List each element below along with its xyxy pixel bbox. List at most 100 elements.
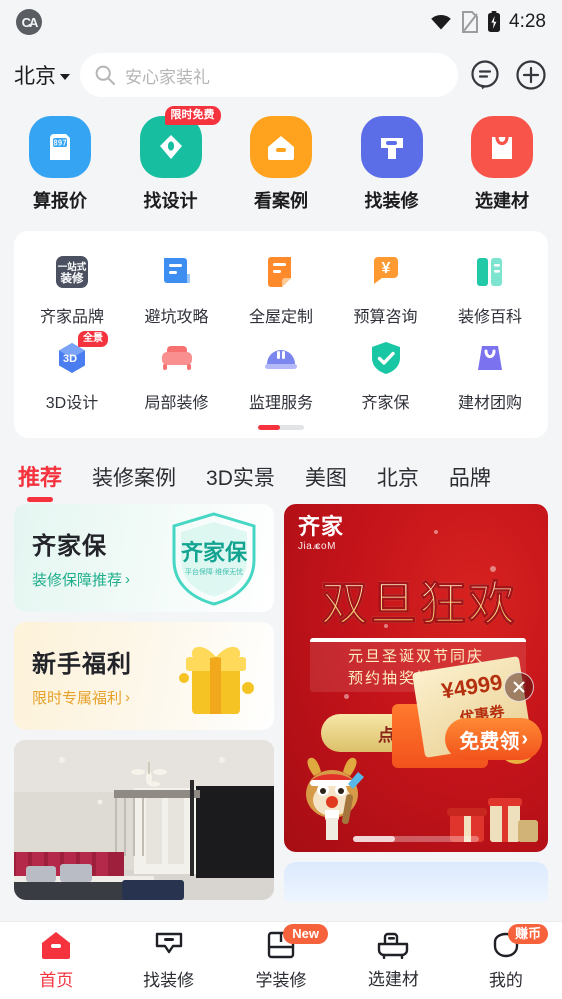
main-nav-label-4: 选建材: [475, 191, 529, 211]
grid-label-qijia-brand: 齐家品牌: [39, 309, 104, 326]
sim-card-icon: [462, 11, 479, 33]
tab-recommend[interactable]: 推荐: [18, 460, 62, 504]
qijia-logo-en: Jia.coM: [298, 541, 336, 552]
snow-dot: [490, 566, 496, 572]
main-nav-item-2[interactable]: 看案例: [235, 116, 327, 213]
tabbar-label-learn-reno: 学装修: [255, 971, 307, 990]
promo-qijiabao-text: 齐家保 装修保障推荐 ›: [32, 526, 130, 590]
grid-label-group-buy: 建材团购: [457, 395, 522, 412]
grid-label-full-house-custom: 全屋定制: [248, 309, 313, 326]
main-nav-item-4[interactable]: 选建材: [456, 116, 548, 213]
tabbar-label-home: 首页: [39, 971, 74, 990]
svg-text:平台保障·维保无忧: 平台保障·维保无忧: [185, 567, 243, 576]
chevron-right-icon: ›: [125, 689, 131, 706]
grid-pager[interactable]: [14, 425, 548, 430]
snow-dot: [344, 694, 349, 699]
bathtub-outline-icon: [378, 932, 409, 959]
main-nav-label-3: 找装修: [364, 191, 419, 211]
pen-diamond-icon: [139, 116, 202, 178]
grid-item-partial-reno[interactable]: 局部装修: [127, 331, 227, 417]
snow-dot: [434, 530, 438, 534]
close-x-icon[interactable]: [504, 672, 534, 702]
banner-pager[interactable]: [353, 836, 479, 843]
grid-item-decor-wiki[interactable]: 装修百科: [440, 245, 540, 331]
tabbar-item-home[interactable]: 首页: [0, 930, 112, 991]
bedroom-interior-photo: [14, 740, 274, 900]
earn-coins-badge: 赚币: [508, 924, 549, 945]
tab-gallery[interactable]: 美图: [305, 462, 347, 504]
calculator-icon: 897: [29, 116, 91, 178]
grid-label-partial-reno: 局部装修: [144, 395, 209, 412]
tabbar-item-find-reno[interactable]: 找装修: [112, 930, 224, 991]
grid-item-group-buy[interactable]: 建材团购: [440, 331, 540, 417]
service-grid-row-1: 一站式 装修 齐家品牌 避坑攻略 全屋定制 ¥ 预算咨询 装修百科: [14, 245, 548, 331]
grid-item-pitfall-guide[interactable]: 避坑攻略: [127, 245, 227, 331]
svg-text:3D: 3D: [63, 353, 77, 365]
battery-charging-icon: [488, 11, 501, 32]
promo-banner-shuangdan[interactable]: 齐家 Jia.coM 双旦狂欢 元旦圣诞双节同庆 预约抽奖惊喜不断 点击参与 ¥…: [284, 504, 548, 853]
tabbar-item-learn-reno[interactable]: New 学装修: [225, 924, 337, 991]
feed-column-right: 齐家 Jia.coM 双旦狂欢 元旦圣诞双节同庆 预约抽奖惊喜不断 点击参与 ¥…: [284, 504, 548, 902]
banner-pager-thumb: [353, 836, 395, 843]
grid-label-supervision: 监理服务: [248, 395, 313, 412]
tab-brands[interactable]: 品牌: [449, 462, 491, 504]
hammer-outline-icon: [155, 932, 182, 954]
app-header: 北京 安心家装礼: [0, 44, 562, 106]
grid-label-3d-design: 3D设计: [45, 395, 99, 412]
grid-label-decor-wiki: 装修百科: [457, 309, 522, 326]
house-icon: [250, 116, 312, 178]
search-placeholder: 安心家装礼: [125, 67, 210, 87]
shopping-bag-icon: [471, 116, 533, 178]
content-tabs: 推荐 装修案例 3D实景 美图 北京 品牌: [0, 438, 562, 504]
main-nav-item-0[interactable]: 897 算报价: [14, 116, 106, 213]
free-claim-button[interactable]: 免费领 ›: [445, 718, 542, 761]
grid-label-pitfall-guide: 避坑攻略: [144, 309, 209, 326]
grid-item-supervision[interactable]: 监理服务: [231, 331, 331, 417]
grid-item-budget-consult[interactable]: ¥ 预算咨询: [336, 245, 436, 331]
tab-beijing[interactable]: 北京: [377, 462, 419, 504]
chat-bubble-icon[interactable]: [468, 58, 502, 92]
bag-purple-icon: [469, 337, 511, 379]
status-bar: CA 4:28: [0, 0, 562, 44]
tabbar-label-profile: 我的: [488, 971, 523, 990]
city-selector[interactable]: 北京: [14, 60, 70, 90]
feed-column-left: 齐家保 装修保障推荐 › 齐家保 平台保障·维保无忧 新手福利 限时专属福利 ›: [14, 504, 274, 902]
grid-item-qijiabao[interactable]: 齐家保: [336, 331, 436, 417]
main-nav-item-3[interactable]: 找装修: [346, 116, 438, 213]
feed-photo-card[interactable]: [14, 740, 274, 900]
feed-card-next[interactable]: [284, 862, 548, 902]
promo-newbie-subtitle: 限时专属福利 ›: [32, 687, 132, 708]
bottom-tab-bar: 首页 找装修 New 学装修 选建材 赚币 我的: [0, 921, 562, 999]
grid-item-3d-design[interactable]: 全景 3D 3D设计: [22, 331, 122, 417]
tab-3d-real[interactable]: 3D实景: [206, 462, 275, 504]
status-bar-clock: 4:28: [509, 11, 546, 32]
wifi-icon: [431, 15, 451, 30]
qijia-logo-cn: 齐家: [298, 514, 345, 539]
tabbar-item-materials[interactable]: 选建材: [337, 931, 449, 990]
search-input[interactable]: 安心家装礼: [80, 53, 458, 97]
promo-newbie-title: 新手福利: [32, 651, 132, 678]
header-actions: [468, 58, 548, 92]
sofa-icon: [156, 337, 198, 379]
tabbar-item-profile[interactable]: 赚币 我的: [450, 924, 562, 991]
reindeer-mascot-icon: [306, 758, 364, 841]
yuan-chat-icon: ¥: [365, 251, 407, 293]
open-book-green-icon: [469, 251, 511, 293]
banner-title: 双旦狂欢: [294, 580, 544, 628]
shield-qijiabao-icon: 齐家保 平台保障·维保无忧: [162, 504, 266, 612]
grid-item-full-house-custom[interactable]: 全屋定制: [231, 245, 331, 331]
tab-decor-cases[interactable]: 装修案例: [92, 462, 176, 504]
main-nav-item-1[interactable]: 限时免费 找设计: [125, 106, 221, 213]
plus-circle-icon[interactable]: [514, 58, 548, 92]
promo-card-newbie[interactable]: 新手福利 限时专属福利 ›: [14, 622, 274, 730]
service-grid-row-2: 全景 3D 3D设计 局部装修 监理服务 齐家保 建材团购: [14, 331, 548, 417]
svg-text:装修: 装修: [60, 271, 84, 285]
free-claim-label: 免费领: [459, 730, 520, 753]
promo-card-qijiabao[interactable]: 齐家保 装修保障推荐 › 齐家保 平台保障·维保无忧: [14, 504, 274, 612]
app-badge-icon: CA: [16, 9, 42, 35]
grid-item-qijia-brand[interactable]: 一站式 装修 齐家品牌: [22, 245, 122, 331]
chevron-down-icon: [60, 73, 70, 80]
main-nav-label-1: 找设计: [143, 191, 198, 211]
promo-qijiabao-subtitle: 装修保障推荐 ›: [32, 569, 130, 590]
helmet-icon: [260, 337, 302, 379]
